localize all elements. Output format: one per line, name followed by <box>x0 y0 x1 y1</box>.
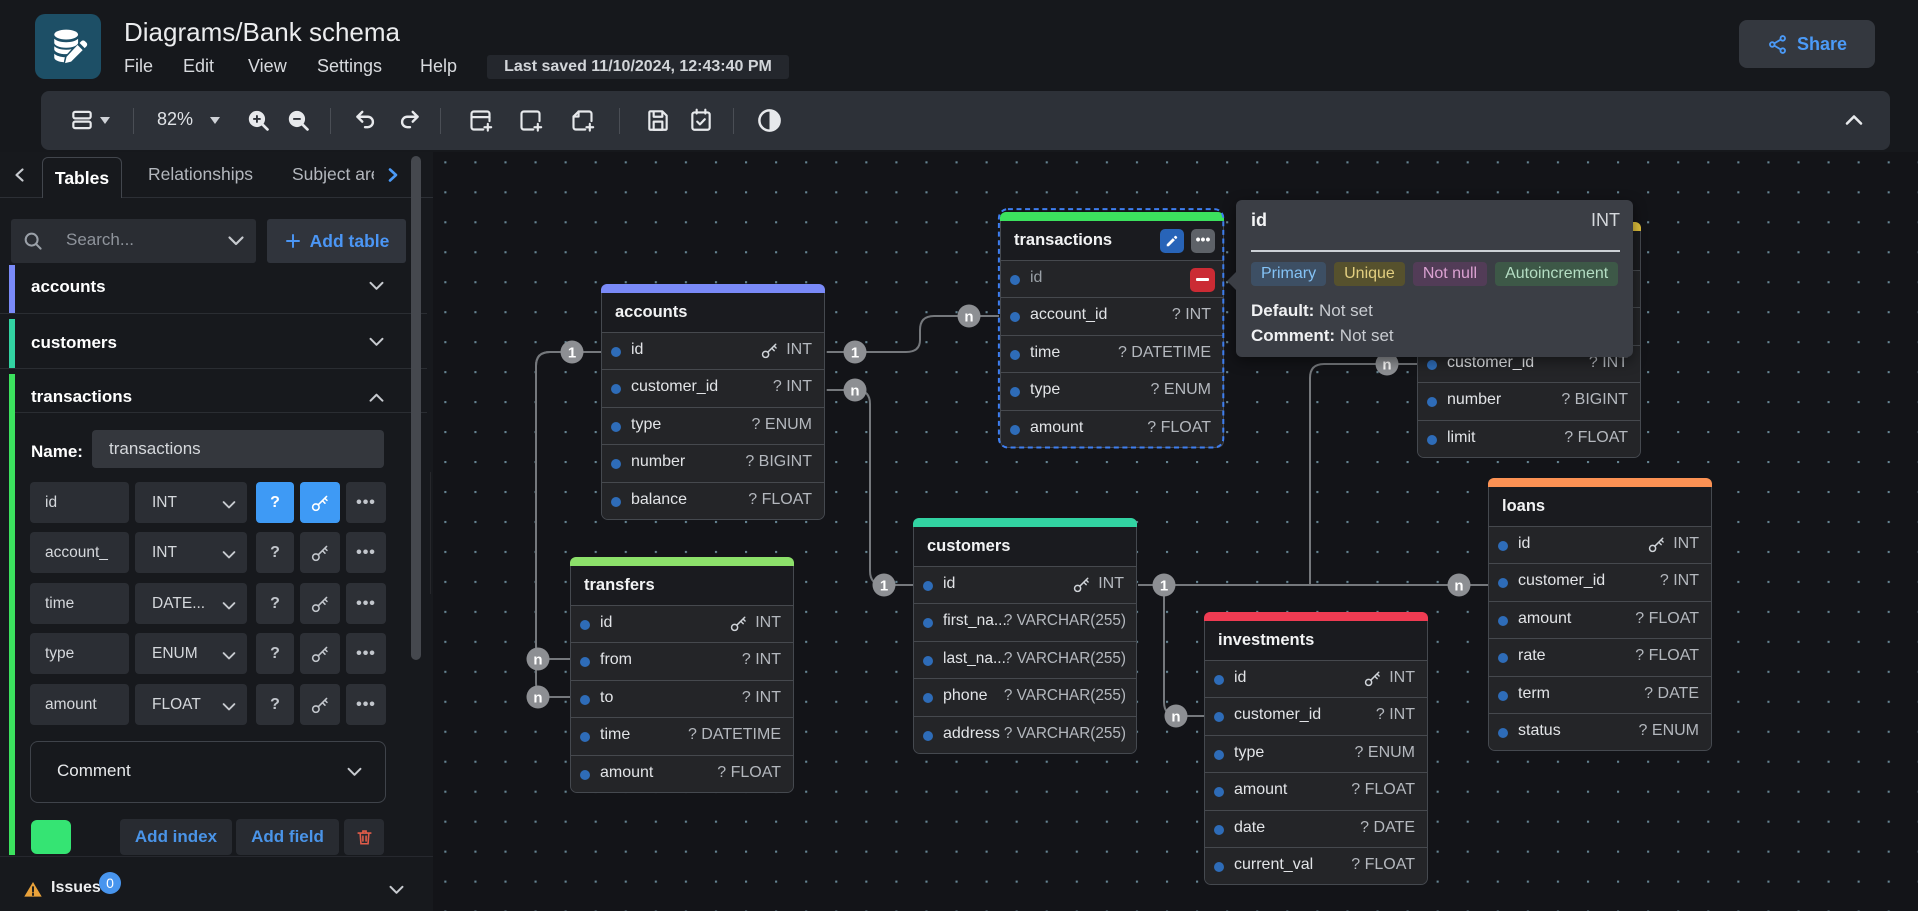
svg-text:n: n <box>1382 357 1391 374</box>
svg-text:n: n <box>533 652 542 669</box>
svg-text:n: n <box>1454 578 1463 595</box>
svg-text:n: n <box>1171 709 1180 726</box>
svg-text:1: 1 <box>568 345 576 362</box>
svg-text:n: n <box>850 383 859 400</box>
svg-text:n: n <box>964 309 973 326</box>
svg-text:1: 1 <box>880 578 888 595</box>
svg-text:n: n <box>533 690 542 707</box>
svg-text:1: 1 <box>851 345 859 362</box>
svg-text:1: 1 <box>1160 578 1168 595</box>
